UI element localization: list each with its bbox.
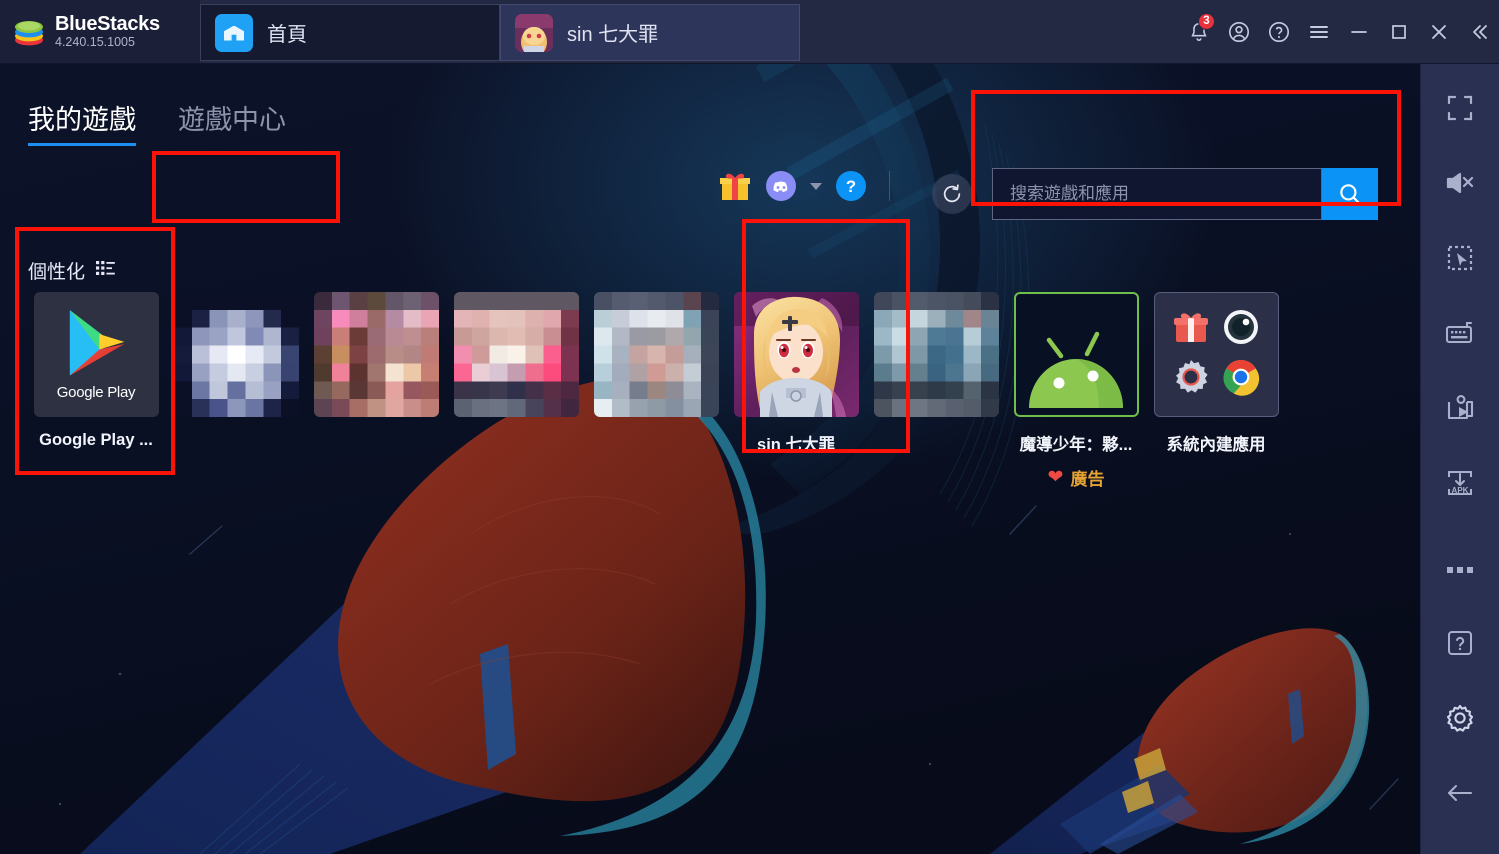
sidebar-item-install-apk[interactable]: APK (1432, 457, 1488, 513)
chrome-app-icon (1221, 357, 1261, 402)
tab-game-center[interactable]: 遊戲中心 (178, 98, 286, 146)
window-tabs: 首頁 sin 七大罪 (200, 0, 800, 63)
sidebar-item-select-region[interactable] (1432, 232, 1488, 288)
app-tile-censored-2[interactable] (306, 292, 446, 490)
sidebar-item-help[interactable] (1432, 617, 1488, 673)
toolbar-divider (889, 171, 890, 201)
ad-badge: ❤ 廣告 (1048, 465, 1105, 490)
window-tab-game[interactable]: sin 七大罪 (500, 4, 800, 61)
window-tab-game-label: sin 七大罪 (567, 24, 659, 46)
app-label: 系統內建應用 (1166, 436, 1266, 454)
section-title: 個性化 (28, 262, 86, 283)
sidebar-item-mute[interactable] (1432, 157, 1488, 213)
close-button[interactable] (1419, 0, 1459, 64)
help-button[interactable] (1259, 0, 1299, 64)
censored-app-icon (593, 292, 719, 417)
search-bar (992, 168, 1378, 220)
window-tab-home-label: 首頁 (267, 24, 307, 46)
app-tile-censored-3[interactable] (446, 292, 586, 490)
list-sort-icon[interactable] (96, 260, 115, 281)
home-screen: 我的遊戲 遊戲中心 ? 搜索遊戲和應用 個性化 Google Play Goog… (0, 64, 1420, 854)
search-input[interactable] (1010, 184, 1304, 204)
title-bar: BlueStacks 4.240.15.1005 首頁 sin 七大罪 3 (0, 0, 1499, 64)
svg-text:APK: APK (1452, 486, 1469, 495)
android-robot-icon (1013, 292, 1139, 417)
more-options-icon (1446, 561, 1474, 579)
notification-badge: 3 (1198, 12, 1215, 30)
sin-nanatsu-no-taizai-icon (733, 292, 859, 417)
select-region-icon (1446, 244, 1474, 277)
sidebar-item-fullscreen[interactable] (1432, 82, 1488, 138)
brand-version: 4.240.15.1005 (55, 34, 135, 49)
maximize-button[interactable] (1379, 0, 1419, 64)
gift-app-icon (1171, 307, 1211, 352)
search-input-wrapper[interactable] (992, 168, 1322, 220)
google-play-icon: Google Play (33, 292, 159, 417)
notifications-button[interactable]: 3 (1179, 0, 1219, 64)
settings-gear-icon (1445, 703, 1475, 738)
bluestacks-window: BlueStacks 4.240.15.1005 首頁 sin 七大罪 3 我的… (0, 0, 1499, 854)
right-sidebar: APK (1420, 64, 1499, 854)
brand-name: BlueStacks (55, 12, 160, 35)
app-tile-censored-1[interactable] (166, 292, 306, 490)
keyboard-controls-icon (1445, 320, 1475, 351)
fullscreen-icon (1446, 94, 1474, 127)
system-apps-folder-icon (1153, 292, 1279, 417)
collapse-sidebar-button[interactable] (1459, 0, 1499, 64)
censored-app-icon (173, 292, 299, 417)
minimize-button[interactable] (1339, 0, 1379, 64)
install-apk-icon: APK (1445, 468, 1475, 503)
app-label: sin 七大罪 (757, 436, 835, 454)
help-icon (1446, 629, 1474, 662)
ad-label: 廣告 (1070, 470, 1105, 489)
chevron-down-icon[interactable] (810, 181, 822, 191)
section-header: 個性化 (28, 257, 115, 284)
app-tile-censored-5[interactable] (866, 292, 1006, 490)
sidebar-item-back[interactable] (1432, 767, 1488, 823)
home-icon (215, 13, 253, 52)
game-thumbnail-icon (515, 13, 553, 52)
sidebar-item-keyboard-controls[interactable] (1432, 307, 1488, 363)
discord-button[interactable] (766, 171, 796, 201)
annotation-game-center-tab (152, 151, 340, 223)
censored-app-icon (873, 292, 999, 417)
heart-icon: ❤ (1047, 467, 1064, 488)
google-play-wordmark: Google Play (56, 384, 136, 401)
help-question-button[interactable]: ? (836, 171, 866, 201)
app-label: 魔導少年：夥... (1019, 436, 1133, 454)
app-tile-system-apps[interactable]: 系統內建應用 (1146, 292, 1286, 490)
camera-app-icon (1221, 307, 1261, 352)
app-tile-google-play[interactable]: Google Play Google Play ... (26, 292, 166, 490)
settings-app-icon (1171, 357, 1211, 402)
refresh-button[interactable] (932, 174, 972, 214)
app-grid: Google Play Google Play ... sin 七大罪 魔導少年… (26, 292, 1286, 490)
home-content: 我的遊戲 遊戲中心 ? 搜索遊戲和應用 個性化 Google Play Goog… (0, 64, 1420, 854)
gift-button[interactable] (718, 170, 752, 202)
app-tile-censored-4[interactable] (586, 292, 726, 490)
sidebar-item-more-options[interactable] (1432, 542, 1488, 598)
back-arrow-icon (1445, 781, 1475, 810)
sidebar-item-settings[interactable] (1432, 692, 1488, 748)
tab-my-games[interactable]: 我的遊戲 (28, 98, 136, 146)
window-tab-home[interactable]: 首頁 (200, 4, 500, 61)
window-controls: 3 (1179, 0, 1499, 63)
censored-app-icon (313, 292, 439, 417)
svg-text:?: ? (846, 177, 856, 196)
home-toolbar: ? (718, 170, 899, 202)
censored-app-icon (453, 292, 579, 417)
mute-icon (1445, 170, 1475, 201)
sidebar-item-screen-record[interactable] (1432, 382, 1488, 438)
home-tab-bar: 我的遊戲 遊戲中心 (28, 98, 286, 146)
brand-area: BlueStacks 4.240.15.1005 (0, 0, 200, 63)
menu-button[interactable] (1299, 0, 1339, 64)
search-submit-button[interactable] (1322, 168, 1378, 220)
app-tile-android-ad[interactable]: 魔導少年：夥... ❤ 廣告 (1006, 292, 1146, 490)
screen-record-icon (1445, 394, 1475, 427)
app-tile-sin-nanatsu[interactable]: sin 七大罪 (726, 292, 866, 490)
bluestacks-logo-icon (12, 15, 46, 49)
app-label: Google Play ... (39, 431, 153, 449)
account-button[interactable] (1219, 0, 1259, 64)
